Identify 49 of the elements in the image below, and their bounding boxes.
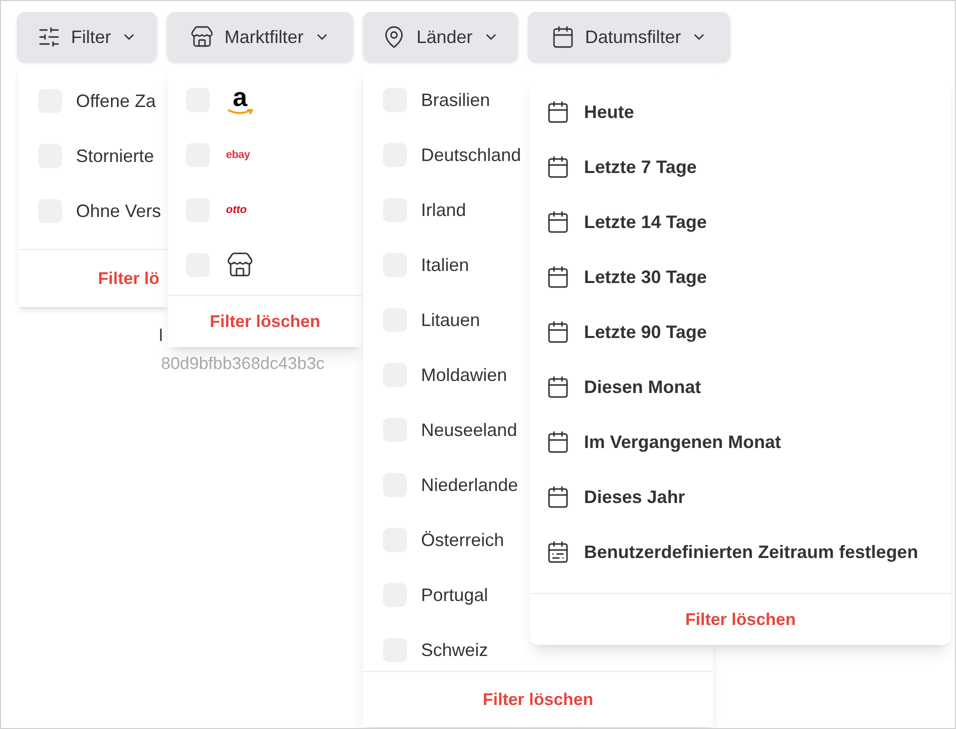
date-range-option[interactable]: Dieses Jahr xyxy=(584,484,686,510)
hash-text: 80d9bfbb368dc43b3c xyxy=(161,353,325,375)
clear-filter-button[interactable]: Filter löschen xyxy=(210,308,320,334)
calendar-icon xyxy=(546,375,570,399)
date-range-option[interactable]: Diesen Monat xyxy=(584,374,702,400)
calendar-icon xyxy=(546,210,570,234)
country-option[interactable]: Neuseeland xyxy=(421,416,518,444)
amazon-logo: a xyxy=(226,85,254,115)
otto-logo: otto xyxy=(226,202,247,218)
store-icon xyxy=(190,25,214,49)
calendar-icon xyxy=(546,320,570,344)
date-range-option[interactable]: Im Vergangenen Monat xyxy=(584,428,782,456)
ebay-logo: ebay xyxy=(226,148,250,163)
country-option[interactable]: Deutschland xyxy=(421,142,522,168)
filter-option[interactable]: Ohne Vers xyxy=(76,198,162,224)
country-option[interactable]: Brasilien xyxy=(421,86,490,114)
calendar-icon xyxy=(546,430,570,454)
country-option[interactable]: Schweiz xyxy=(421,636,488,664)
clear-filter-button[interactable]: Filter löschen xyxy=(685,606,796,632)
calendar-icon xyxy=(546,100,570,124)
filter-dropdown-button[interactable]: Marktfilter xyxy=(167,12,353,62)
sliders-icon xyxy=(37,25,61,49)
date-range-option[interactable]: Letzte 90 Tage xyxy=(584,318,707,346)
country-option[interactable]: Österreich xyxy=(421,526,504,554)
clear-filter-button[interactable]: Filter löschen xyxy=(482,686,594,712)
country-option[interactable]: Italien xyxy=(421,252,470,278)
country-option[interactable]: Irland xyxy=(421,196,466,224)
filter-dropdown-button[interactable]: Länder xyxy=(363,12,518,62)
country-option[interactable]: Portugal xyxy=(421,582,488,608)
calendar-icon xyxy=(546,155,570,179)
filter-dropdown-button[interactable]: Filter xyxy=(17,12,157,62)
country-option[interactable]: Litauen xyxy=(421,306,480,334)
table-text: l xyxy=(159,325,163,347)
calendar-icon xyxy=(550,25,575,49)
country-option[interactable]: Moldawien xyxy=(421,362,508,388)
calendar-icon xyxy=(546,265,570,289)
date-range-option[interactable]: Letzte 30 Tage xyxy=(584,264,707,290)
filter-option[interactable]: Stornierte xyxy=(76,142,154,170)
store-icon xyxy=(226,251,254,279)
calendar-range-icon xyxy=(546,540,570,564)
filter-dropdown-button[interactable]: Datumsfilter xyxy=(528,12,730,62)
date-range-option[interactable]: Letzte 14 Tage xyxy=(584,208,707,236)
date-range-option[interactable]: Letzte 7 Tage xyxy=(584,154,697,180)
country-option[interactable]: Niederlande xyxy=(421,472,518,498)
date-range-option[interactable]: Benutzerdefinierten Zeitraum festlegen xyxy=(584,538,918,566)
date-range-option[interactable]: Heute xyxy=(584,98,634,126)
calendar-icon xyxy=(546,485,570,509)
filter-option[interactable]: Offene Za xyxy=(76,88,156,114)
clear-filter-button[interactable]: Filter lö xyxy=(98,266,160,292)
